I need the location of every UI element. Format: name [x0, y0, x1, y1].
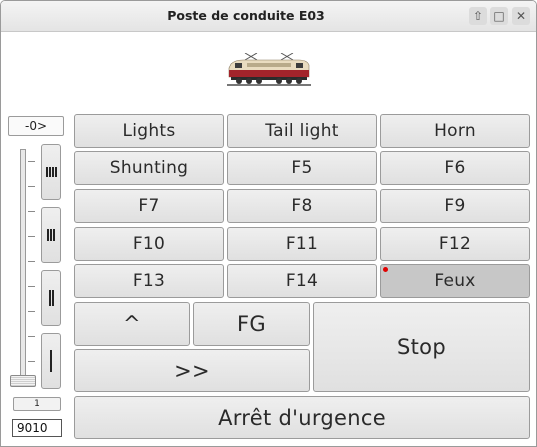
- speed-slider-handle[interactable]: [10, 375, 36, 387]
- function-button-f5[interactable]: F5: [227, 151, 377, 185]
- up-button[interactable]: ^: [74, 302, 190, 346]
- function-button-lights[interactable]: Lights: [74, 114, 224, 148]
- fg-button[interactable]: FG: [193, 302, 310, 346]
- function-button-label: F12: [438, 234, 472, 254]
- function-button-label: Horn: [434, 121, 476, 141]
- slider-tick: [28, 286, 35, 287]
- notch-bars-icon: [50, 350, 52, 372]
- function-button-label: F11: [285, 234, 319, 254]
- function-button-label: F8: [291, 196, 313, 216]
- function-button-shunting[interactable]: Shunting: [74, 151, 224, 185]
- function-button-label: Tail light: [265, 121, 339, 141]
- speed-notch-3-button[interactable]: [41, 207, 61, 263]
- function-button-label: F10: [132, 234, 166, 254]
- function-button-f13[interactable]: F13: [74, 264, 224, 298]
- speed-notch-2-button[interactable]: [41, 270, 61, 326]
- function-button-label: Lights: [122, 121, 176, 141]
- speed-notch-1-button[interactable]: [41, 333, 61, 389]
- active-indicator-icon: [383, 267, 388, 272]
- function-button-label: Shunting: [109, 158, 189, 178]
- function-button-label: F7: [138, 196, 160, 216]
- maximize-button[interactable]: □: [490, 7, 508, 25]
- slider-tick: [28, 261, 35, 262]
- function-button-f11[interactable]: F11: [227, 227, 377, 261]
- function-button-f14[interactable]: F14: [227, 264, 377, 298]
- close-button[interactable]: ✕: [512, 7, 530, 25]
- function-button-label: F13: [132, 271, 166, 291]
- window-title: Poste de conduite E03: [167, 8, 325, 23]
- stop-button[interactable]: Stop: [313, 302, 530, 392]
- title-bar: Poste de conduite E03 ⇧ □ ✕: [1, 1, 536, 32]
- upload-icon: ⇧: [472, 9, 484, 23]
- function-button-label: F6: [444, 158, 466, 178]
- function-button-f12[interactable]: F12: [380, 227, 530, 261]
- function-button-f6[interactable]: F6: [380, 151, 530, 185]
- emergency-stop-button[interactable]: Arrêt d'urgence: [74, 396, 530, 439]
- function-button-label: F14: [285, 271, 319, 291]
- function-button-f9[interactable]: F9: [380, 189, 530, 223]
- slider-tick: [28, 336, 35, 337]
- direction-display: -0>: [8, 116, 64, 136]
- speed-step-value: 1: [13, 397, 61, 411]
- slider-tick: [28, 161, 35, 162]
- address-input[interactable]: 9010: [12, 419, 62, 437]
- function-button-f7[interactable]: F7: [74, 189, 224, 223]
- function-button-label: F9: [444, 196, 466, 216]
- speed-slider-track[interactable]: [20, 149, 26, 381]
- slider-tick: [28, 311, 35, 312]
- function-button-tail-light[interactable]: Tail light: [227, 114, 377, 148]
- notch-bars-icon: [48, 290, 54, 306]
- function-button-f10[interactable]: F10: [74, 227, 224, 261]
- function-button-feux[interactable]: Feux: [380, 264, 530, 298]
- slider-tick: [28, 211, 35, 212]
- notch-bars-icon: [47, 229, 55, 241]
- slider-tick: [28, 236, 35, 237]
- throttle-window: Poste de conduite E03 ⇧ □ ✕ -0> 1 9010 L…: [0, 0, 537, 447]
- function-button-f8[interactable]: F8: [227, 189, 377, 223]
- function-button-label: Feux: [434, 271, 476, 291]
- function-button-horn[interactable]: Horn: [380, 114, 530, 148]
- shade-button[interactable]: ⇧: [469, 7, 487, 25]
- slider-tick: [28, 361, 35, 362]
- locomotive-image: [227, 53, 311, 86]
- forward-button[interactable]: >>: [74, 349, 310, 392]
- slider-tick: [28, 186, 35, 187]
- close-icon: ✕: [515, 9, 527, 23]
- function-button-label: F5: [291, 158, 313, 178]
- speed-notch-4-button[interactable]: [41, 144, 61, 200]
- maximize-icon: □: [493, 9, 505, 23]
- notch-bars-icon: [45, 167, 57, 177]
